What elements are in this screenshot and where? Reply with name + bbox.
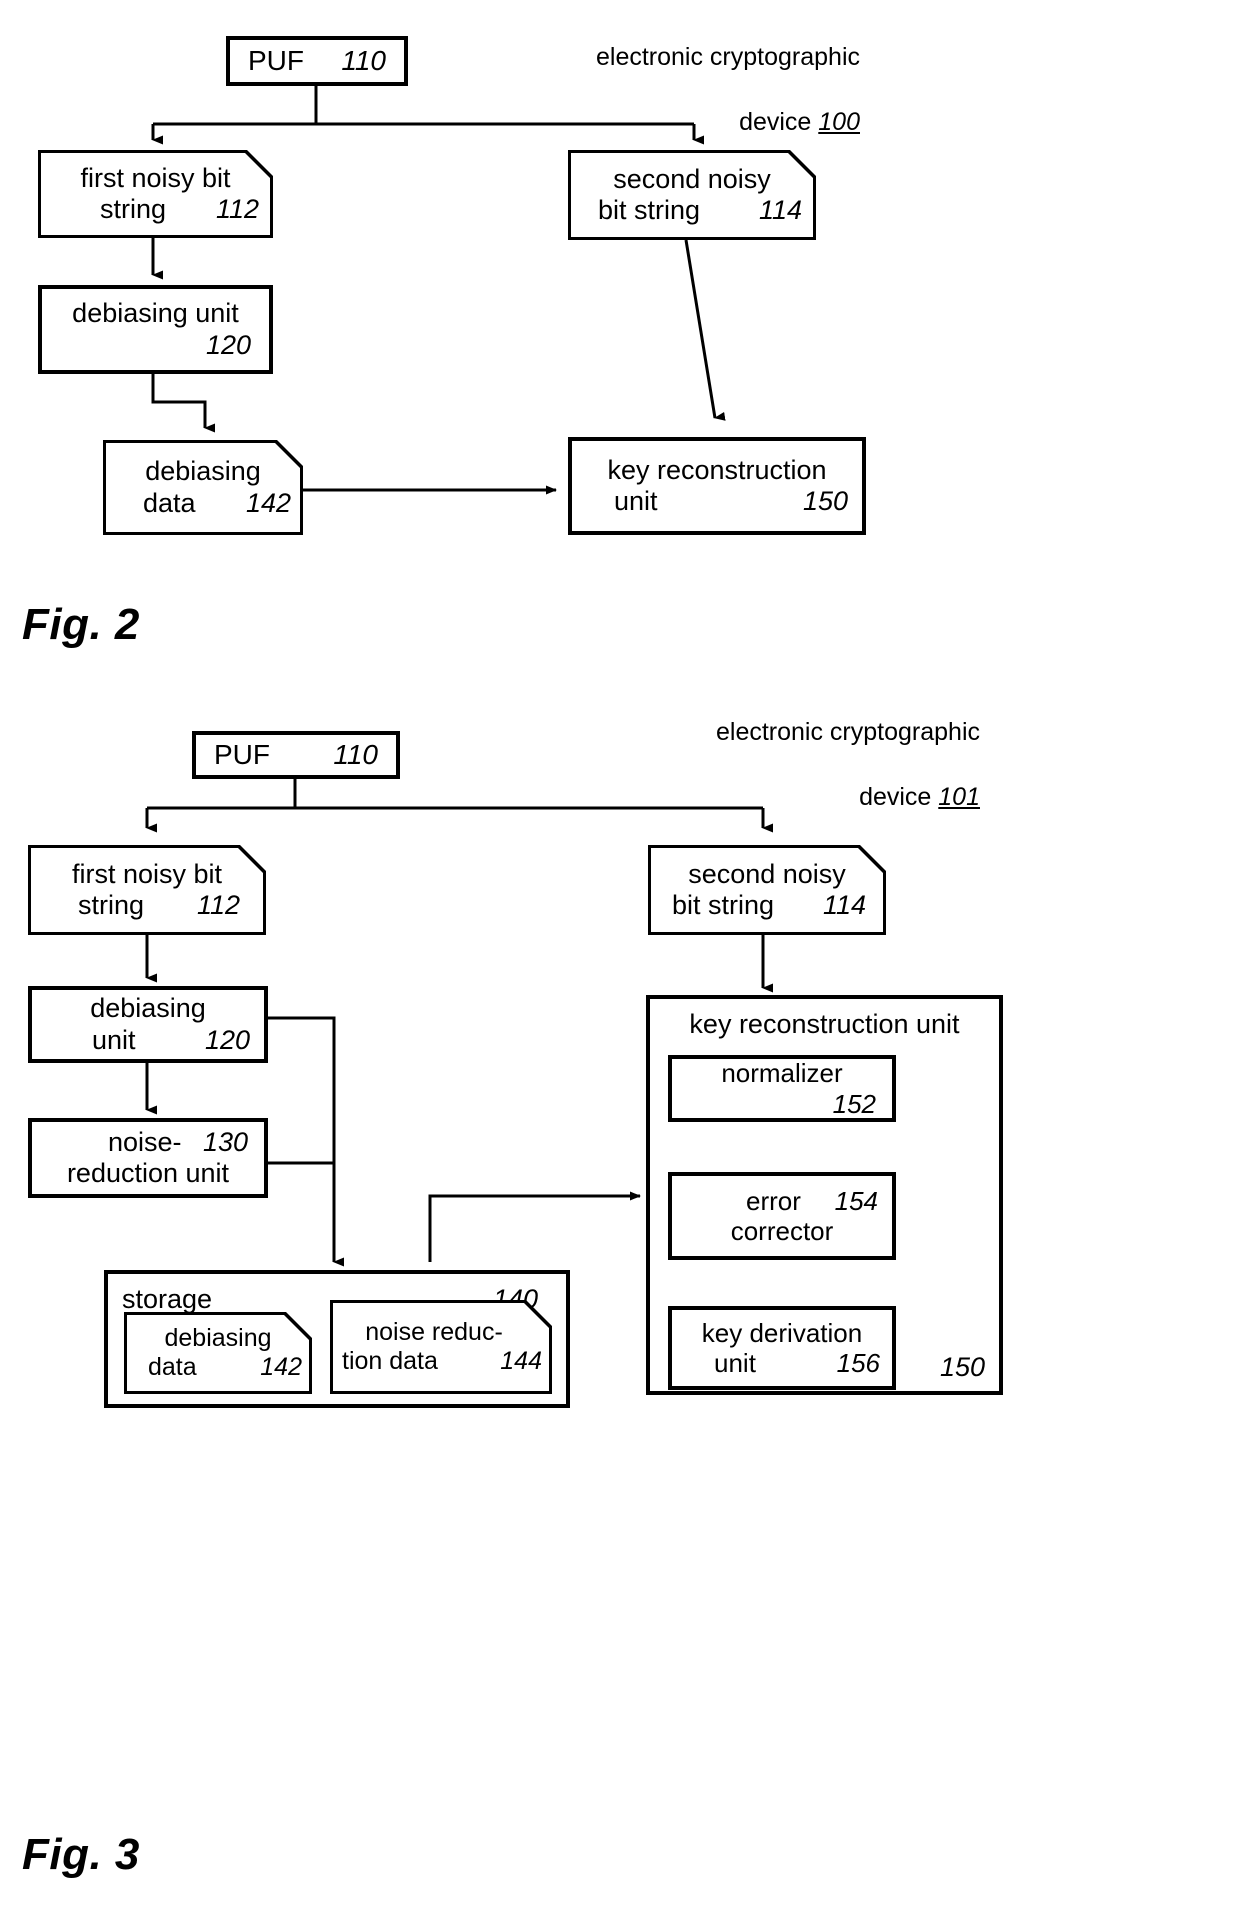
fig2-debiasing-unit-label: debiasing unit [72,298,239,329]
fig2-caption-line2: device 100 [739,107,860,136]
fig3-key-recon-ref: 150 [939,1351,985,1382]
fig3-error-corrector-line2: corrector [730,1216,834,1246]
fig3-caption-line1: electronic cryptographic [715,717,980,746]
patent-drawing-sheet: electronic cryptographic device 100 PUF … [0,0,1240,1921]
fig2-figure-label: Fig. 2 [22,600,140,649]
fig2-first-noisy-bit-string-box[interactable]: first noisy bit string 112 [38,150,273,238]
fig3-debiasing-unit-line2: unit [92,1024,136,1055]
fig2-debias-to-data [151,374,215,433]
fig2-first-noisy-line2: string [100,194,167,224]
fig3-debiasing-unit-ref: 120 [204,1024,250,1055]
fig3-noise-reduction-line1: noise- [108,1126,182,1157]
fig3-noise-reduction-data-ref: 144 [500,1347,542,1375]
fig3-key-derivation-unit-box[interactable]: key derivation unit 156 [668,1306,896,1390]
fig3-key-derivation-line2: unit [714,1348,756,1378]
fig2-first-noisy-line1: first noisy bit [80,162,231,193]
fig2-second-noisy-line1: second noisy [613,163,771,194]
fig3-device-caption: electronic cryptographic device 101 [650,683,980,846]
fig2-caption-line1: electronic cryptographic [595,42,860,71]
fig3-first-noisy-ref: 112 [196,890,240,920]
fig2-key-recon-ref: 150 [802,486,848,516]
fig2-puf-label: PUF [248,44,304,76]
fig3-storage-to-errorcorrector [428,1191,641,1262]
fig3-error-corrector-line1: error [746,1185,801,1216]
fig3-noise-reduction-data-box[interactable]: noise reduc- tion data 144 [330,1300,552,1394]
fig2-debiasing-data-ref: 142 [245,487,291,518]
fig3-first-noisy-bit-string-box[interactable]: first noisy bit string 112 [28,845,266,935]
fig2-second-noisy-bit-string-box[interactable]: second noisy bit string 114 [568,150,816,240]
fig3-second-noisy-line2: bit string [672,890,775,920]
fig3-key-recon-label: key reconstruction unit [689,1009,960,1039]
fig3-puf-label: PUF [214,738,270,770]
fig2-noisy2-to-keyrecon [684,239,726,421]
fig3-error-corrector-ref: 154 [834,1185,878,1216]
fig2-debiasing-unit-box[interactable]: debiasing unit 120 [38,285,273,374]
fig2-debiasing-data-line2: data [143,487,196,518]
fig3-noise-reduction-unit-box[interactable]: noise- 130 reduction unit [28,1118,268,1198]
fig2-key-reconstruction-unit-box[interactable]: key reconstruction unit 150 [568,437,866,535]
fig3-storage-label: storage [122,1284,213,1314]
fig3-noise-reduction-data-line2: tion data [342,1347,438,1375]
fig3-caption-ref: 101 [938,782,980,811]
fig2-debiasing-data-box[interactable]: debiasing data 142 [103,440,303,535]
fig3-debiasing-data-ref: 142 [260,1353,302,1381]
fig3-noise-reduction-data-line1: noise reduc- [365,1318,503,1346]
fig3-first-noisy-line1: first noisy bit [71,858,223,889]
fig3-second-noisy-line1: second noisy [688,858,846,889]
fig3-debiasing-data-line2: data [148,1353,197,1381]
fig3-puf-box[interactable]: PUF 110 [192,731,400,779]
fig3-second-noisy-bit-string-box[interactable]: second noisy bit string 114 [648,845,886,935]
fig2-device-caption: electronic cryptographic device 100 [530,8,860,171]
fig2-puf-ref: 110 [341,44,386,76]
fig2-second-noisy-line2: bit string [598,195,701,225]
fig3-caption-line2: device 101 [859,782,980,811]
fig3-debiasing-data-line1: debiasing [164,1324,272,1352]
fig3-debiasing-unit-line1: debiasing [90,993,206,1024]
fig3-noise-reduction-ref: 130 [202,1126,248,1157]
fig3-debiasing-unit-box[interactable]: debiasing unit 120 [28,986,268,1063]
fig3-first-noisy-line2: string [78,890,145,920]
fig3-key-derivation-line1: key derivation [701,1317,863,1348]
fig3-normalizer-label: normalizer [721,1058,843,1089]
fig3-normalizer-box[interactable]: normalizer 152 [668,1055,896,1122]
fig3-key-derivation-ref: 156 [836,1348,880,1378]
fig2-debiasing-data-line1: debiasing [145,456,261,487]
fig3-normalizer-ref: 152 [832,1088,876,1119]
fig3-noise-reduction-line2: reduction unit [66,1158,230,1188]
fig3-debias-to-storage [268,1016,344,1267]
fig3-second-noisy-ref: 114 [822,890,866,920]
fig2-caption-ref: 100 [818,107,860,136]
fig3-error-corrector-box[interactable]: error 154 corrector [668,1172,896,1260]
fig2-key-recon-line2: unit [614,486,658,516]
fig3-debiasing-data-box[interactable]: debiasing data 142 [124,1312,312,1394]
fig3-puf-ref: 110 [333,738,378,770]
fig2-debiasing-unit-ref: 120 [205,329,251,360]
fig3-figure-label: Fig. 3 [22,1830,140,1879]
fig2-second-noisy-ref: 114 [758,195,802,225]
fig2-key-recon-line1: key reconstruction [607,454,827,485]
fig2-puf-box[interactable]: PUF 110 [226,36,408,86]
fig2-first-noisy-ref: 112 [215,194,259,224]
